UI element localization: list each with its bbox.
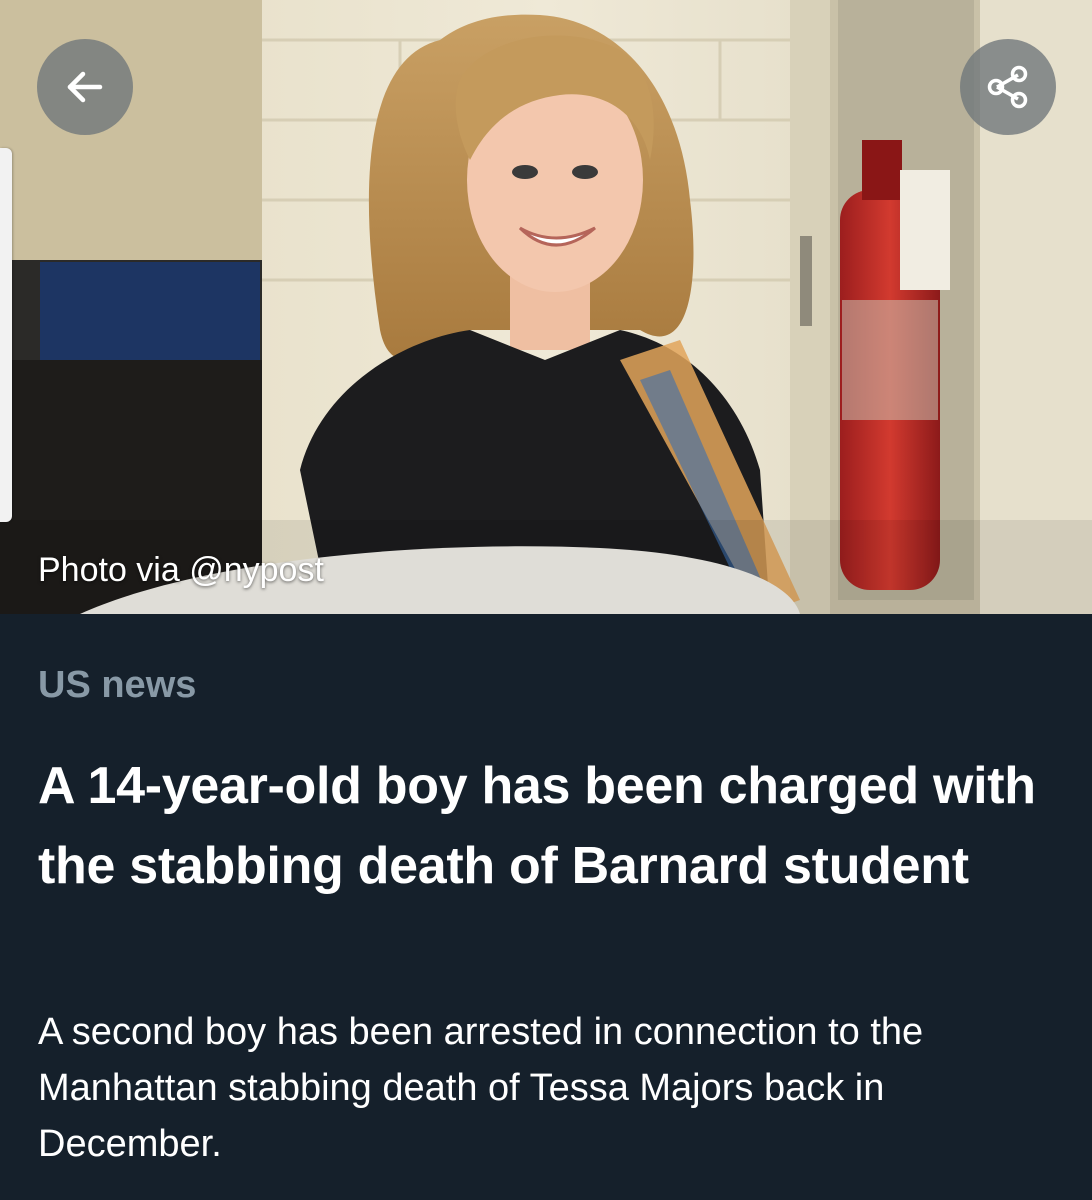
side-panel-handle[interactable]	[0, 148, 12, 522]
arrow-left-icon	[67, 71, 103, 103]
share-button[interactable]	[960, 39, 1056, 135]
share-icon	[987, 65, 1028, 109]
article-card-screen: Photo via @nypost US news A 14-year-old …	[0, 0, 1092, 1200]
article-summary: A second boy has been arrested in connec…	[38, 1011, 924, 1165]
article-photo	[0, 0, 1092, 614]
photo-credit: Photo via @nypost	[38, 551, 324, 589]
hero-photo[interactable]: Photo via @nypost	[0, 0, 1092, 614]
back-button[interactable]	[37, 39, 133, 135]
article-body[interactable]: US news A 14-year-old boy has been charg…	[0, 614, 1092, 1200]
article-category: US news	[38, 664, 197, 706]
article-headline: A 14-year-old boy has been charged with …	[38, 757, 1036, 895]
